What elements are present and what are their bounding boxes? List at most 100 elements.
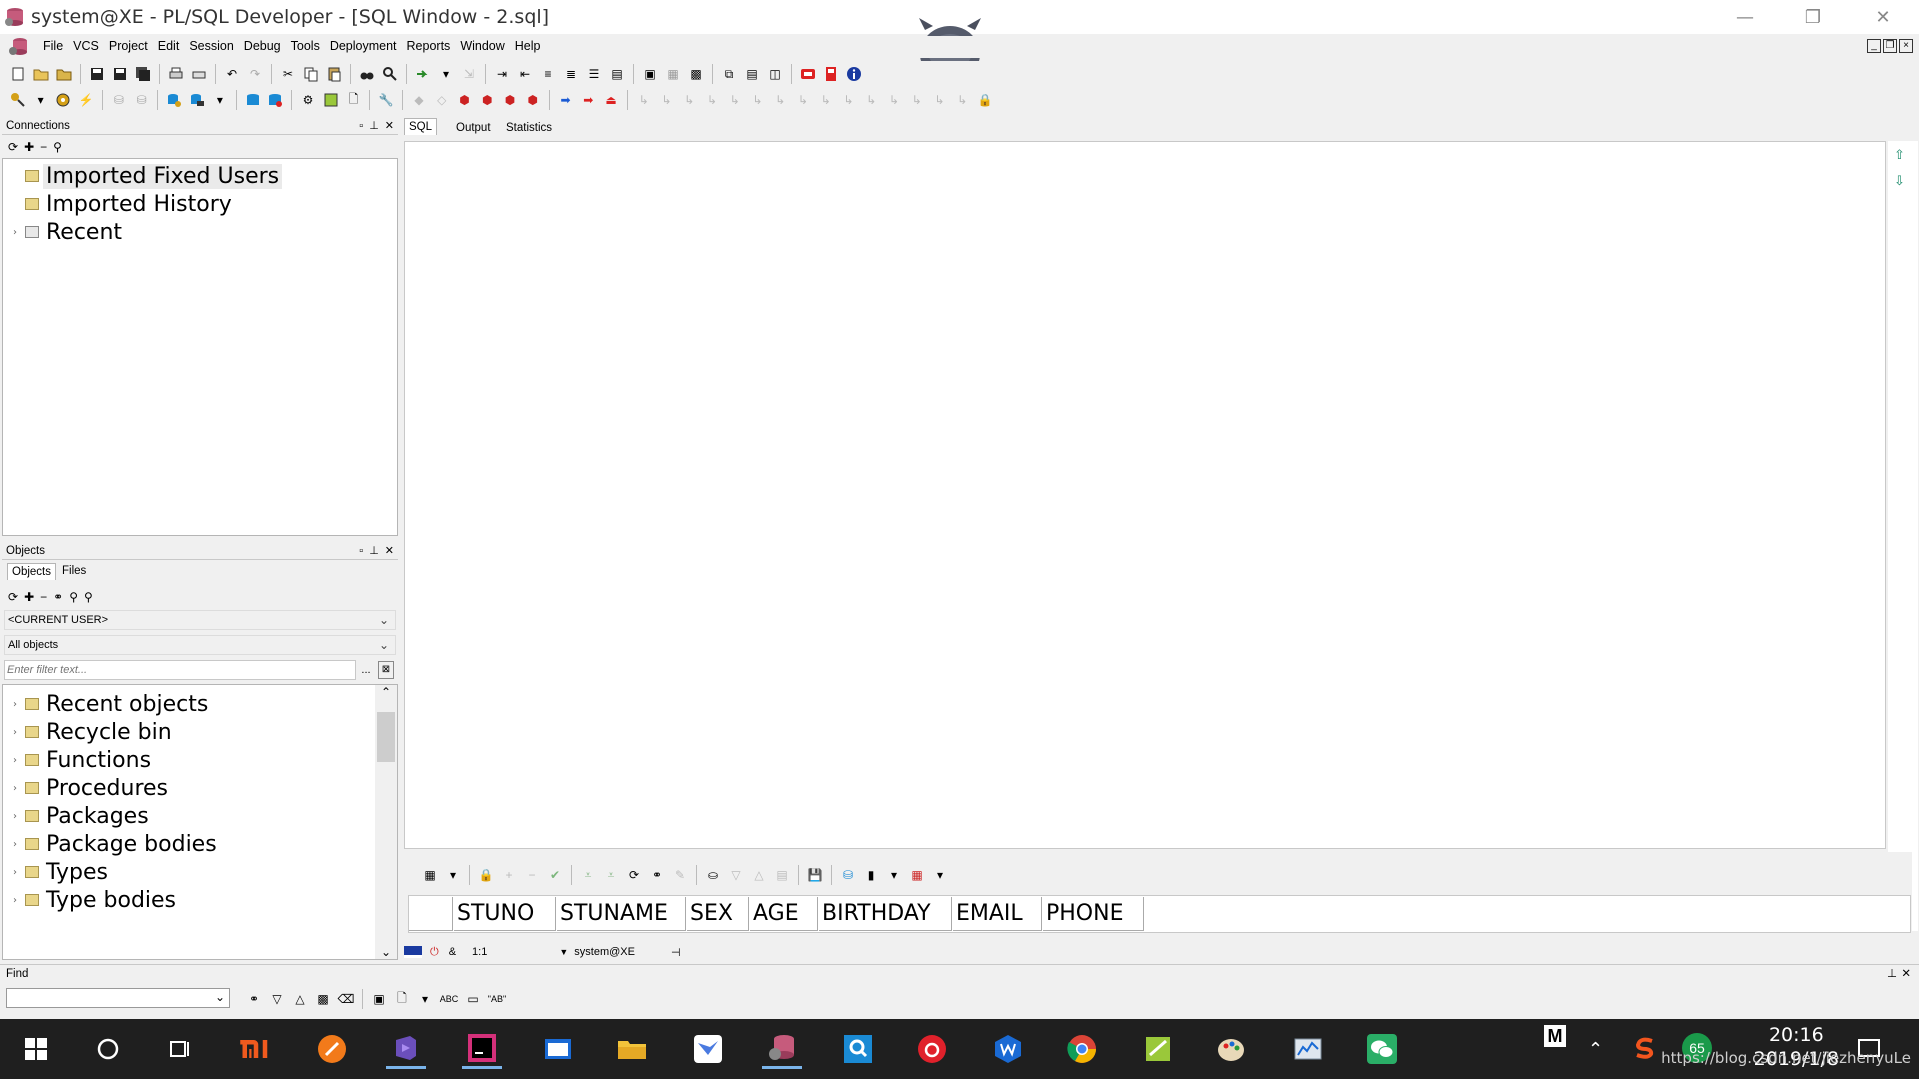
step-out-icon[interactable]: ↳ (679, 90, 699, 110)
lock-grid-icon[interactable]: 🔒 (476, 865, 496, 885)
panel-close-icon[interactable]: ✕ (385, 542, 394, 560)
dropdown-arrow-icon[interactable]: ▾ (884, 865, 904, 885)
resource-monitor-icon[interactable] (1288, 1029, 1328, 1069)
connection-label[interactable]: system@XE (574, 946, 635, 958)
db-disconnect-icon[interactable] (265, 90, 285, 110)
eraser-icon[interactable]: ⌫ (336, 989, 356, 1009)
cut-icon[interactable]: ✂ (278, 64, 298, 84)
chrome-icon[interactable] (1062, 1029, 1102, 1069)
menu-file[interactable]: File (38, 39, 68, 53)
windows-icon[interactable]: ⧉ (719, 64, 739, 84)
stop-debug-icon[interactable]: ⏏ (601, 90, 621, 110)
comment-icon[interactable]: ≡ (538, 64, 558, 84)
visual-studio-icon[interactable] (386, 1029, 426, 1069)
column-header-birthday[interactable]: BIRTHDAY (819, 897, 952, 931)
page-options-icon[interactable]: 🗋 (392, 989, 412, 1009)
sort-up-icon[interactable]: △ (749, 865, 769, 885)
debug-i-icon[interactable]: ↳ (907, 90, 927, 110)
document-icon[interactable]: 🗋 (344, 90, 364, 110)
paste-icon[interactable] (324, 64, 344, 84)
print-setup-icon[interactable] (189, 64, 209, 84)
tree-item-imported-history[interactable]: Imported History (13, 190, 235, 218)
filter-icon[interactable]: ⚲ (84, 590, 93, 604)
expand-chevron-icon[interactable]: › (13, 699, 25, 710)
post-changes-icon[interactable]: ✔ (545, 865, 565, 885)
tree-item-types[interactable]: › Types (13, 858, 111, 886)
step-arrow-icon[interactable]: ➡ (578, 90, 598, 110)
show-hidden-icons-chevron-icon[interactable]: ⌃ (1588, 1039, 1603, 1060)
debug-step-icon[interactable]: ◆ (409, 90, 429, 110)
connect-icon[interactable] (164, 90, 184, 110)
query-by-example-icon[interactable]: ⛀ (703, 865, 723, 885)
search-app-icon[interactable] (838, 1029, 878, 1069)
break-icon[interactable]: ⚡ (76, 90, 96, 110)
add-record-icon[interactable]: + (499, 865, 519, 885)
grid-select-icon[interactable]: ▦ (420, 865, 440, 885)
export-table-icon[interactable]: ▦ (907, 865, 927, 885)
find-icon[interactable] (357, 64, 377, 84)
redo-icon[interactable]: ↷ (245, 64, 265, 84)
wechat-icon[interactable] (1362, 1029, 1402, 1069)
menu-project[interactable]: Project (104, 39, 153, 53)
clear-icon[interactable]: ✎ (670, 865, 690, 885)
mi-app-icon[interactable] (236, 1029, 276, 1069)
refresh-icon[interactable]: ⟳ (8, 590, 18, 604)
filter-input[interactable] (4, 660, 356, 680)
dropdown-arrow-icon[interactable]: ▾ (930, 865, 950, 885)
column-header-stuname[interactable]: STUNAME (557, 897, 686, 931)
unindent-icon[interactable]: ⇤ (515, 64, 535, 84)
clear-filter-icon[interactable]: ⊠ (378, 661, 394, 679)
debug-b-icon[interactable]: ↳ (748, 90, 768, 110)
find-icon[interactable]: ⚭ (53, 590, 63, 604)
tree-item-procedures[interactable]: › Procedures (13, 774, 171, 802)
open-project-icon[interactable] (54, 64, 74, 84)
report-icon[interactable] (321, 90, 341, 110)
panel-close-icon[interactable]: ✕ (1901, 965, 1911, 983)
refresh-icon[interactable]: ⟳ (8, 140, 18, 154)
tree-item-packages[interactable]: › Packages (13, 802, 152, 830)
objects-scrollbar[interactable]: ⌃ ⌄ (375, 685, 397, 959)
expand-chevron-icon[interactable]: › (13, 783, 25, 794)
load-icon[interactable] (413, 64, 433, 84)
uppercase-icon[interactable]: ☰ (584, 64, 604, 84)
remove-icon[interactable]: − (40, 140, 47, 154)
key-icon[interactable] (8, 90, 28, 110)
tab-sql[interactable]: SQL (404, 118, 438, 135)
scroll-up-icon[interactable]: ⌃ (375, 685, 397, 699)
task-view-icon[interactable] (160, 1029, 200, 1069)
help-book-icon[interactable] (821, 64, 841, 84)
menu-reports[interactable]: Reports (402, 39, 456, 53)
tree-item-recycle-bin[interactable]: › Recycle bin (13, 718, 175, 746)
netease-music-icon[interactable] (912, 1029, 952, 1069)
info-icon[interactable] (844, 64, 864, 84)
expand-chevron-icon[interactable]: › (13, 839, 25, 850)
feather-app-icon[interactable] (312, 1029, 352, 1069)
panel-float-icon[interactable]: ▫ (359, 542, 363, 560)
sort-down-icon[interactable]: ▽ (726, 865, 746, 885)
find-in-selection-icon[interactable]: ▣ (369, 989, 389, 1009)
dropdown-arrow-icon[interactable]: ▾ (443, 865, 463, 885)
find-next-icon[interactable]: ▽ (267, 989, 287, 1009)
find-input[interactable]: ⌄ (6, 988, 230, 1008)
close-button[interactable]: ✕ (1854, 0, 1912, 34)
mdi-close-button[interactable]: × (1899, 39, 1913, 53)
step-into-icon[interactable]: ↳ (634, 90, 654, 110)
tab-objects[interactable]: Objects (7, 563, 56, 580)
debug-k-icon[interactable]: ↳ (952, 90, 972, 110)
indent-icon[interactable]: ⇥ (492, 64, 512, 84)
lock-icon[interactable]: 🔒 (975, 90, 995, 110)
tree-item-package-bodies[interactable]: › Package bodies (13, 830, 220, 858)
db-connect-icon[interactable] (243, 90, 263, 110)
debug-toggle-icon[interactable]: ◇ (432, 90, 452, 110)
fetch-next-icon[interactable]: ⩡ (578, 865, 598, 885)
save-icon[interactable] (87, 64, 107, 84)
tab-files[interactable]: Files (58, 563, 90, 579)
menu-tools[interactable]: Tools (286, 39, 325, 53)
breakpoint-3-icon[interactable]: ⬢ (500, 90, 520, 110)
save-grid-icon[interactable]: 💾 (805, 865, 825, 885)
print-icon[interactable] (166, 64, 186, 84)
highlight-icon[interactable]: ▩ (313, 989, 333, 1009)
panel-pin-icon[interactable]: ⊥ (1887, 965, 1897, 983)
scroll-top-arrow-icon[interactable]: ⇧ (1894, 147, 1905, 163)
bird-app-icon[interactable] (688, 1029, 728, 1069)
